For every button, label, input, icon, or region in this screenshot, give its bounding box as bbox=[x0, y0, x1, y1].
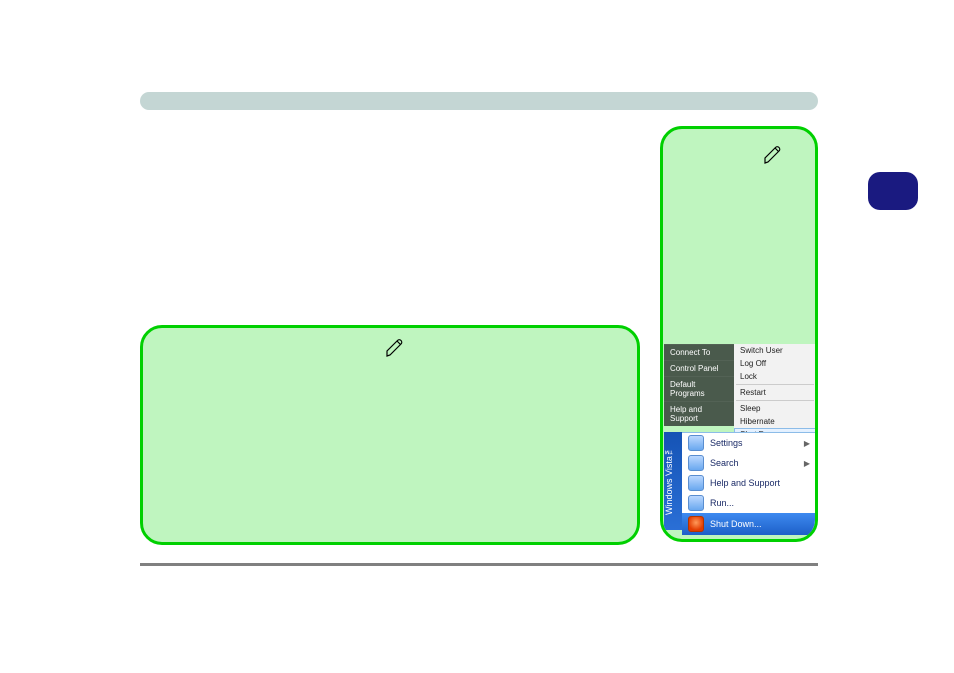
classic-start-item-settings[interactable]: Settings ▶ bbox=[682, 433, 816, 453]
classic-start-item-label: Settings bbox=[710, 438, 743, 448]
main-note-box bbox=[140, 325, 640, 545]
vista-power-item-restart[interactable]: Restart bbox=[734, 386, 816, 399]
chevron-right-icon: ▶ bbox=[804, 459, 810, 468]
classic-start-item-label: Run... bbox=[710, 498, 734, 508]
classic-start-item-label: Help and Support bbox=[710, 478, 780, 488]
pen-icon bbox=[763, 145, 783, 170]
footer-divider bbox=[140, 563, 818, 566]
vista-left-item[interactable]: Help and Support bbox=[664, 401, 734, 426]
vista-start-left-pane: Connect To Control Panel Default Program… bbox=[664, 344, 734, 426]
classic-start-menu: Windows Vista™ Settings ▶ Search ▶ Help … bbox=[664, 432, 816, 530]
vista-left-item[interactable]: Default Programs bbox=[664, 376, 734, 401]
power-icon bbox=[688, 516, 704, 532]
vista-power-item-hibernate[interactable]: Hibernate bbox=[734, 415, 816, 428]
vista-power-submenu: Switch User Log Off Lock Restart Sleep H… bbox=[734, 344, 816, 441]
menu-separator bbox=[736, 400, 814, 401]
vista-left-item[interactable]: Connect To bbox=[664, 344, 734, 360]
settings-icon bbox=[688, 435, 704, 451]
vista-power-item-lock[interactable]: Lock bbox=[734, 370, 816, 383]
search-icon bbox=[688, 455, 704, 471]
chevron-right-icon: ▶ bbox=[804, 439, 810, 448]
classic-start-item-help[interactable]: Help and Support bbox=[682, 473, 816, 493]
section-heading-band bbox=[140, 92, 818, 110]
help-icon bbox=[688, 475, 704, 491]
classic-start-shutdown-label: Shut Down... bbox=[710, 519, 762, 529]
classic-start-shutdown[interactable]: Shut Down... bbox=[682, 513, 816, 535]
vista-left-item[interactable]: Control Panel bbox=[664, 360, 734, 376]
classic-start-item-label: Search bbox=[710, 458, 739, 468]
classic-start-brand-strip: Windows Vista™ bbox=[664, 432, 682, 530]
classic-start-item-run[interactable]: Run... bbox=[682, 493, 816, 513]
vista-power-item-log-off[interactable]: Log Off bbox=[734, 357, 816, 370]
pen-icon bbox=[385, 338, 405, 363]
page-number-tab bbox=[868, 172, 918, 210]
menu-separator bbox=[736, 384, 814, 385]
classic-start-item-search[interactable]: Search ▶ bbox=[682, 453, 816, 473]
vista-power-item-switch-user[interactable]: Switch User bbox=[734, 344, 816, 357]
run-icon bbox=[688, 495, 704, 511]
vista-power-item-sleep[interactable]: Sleep bbox=[734, 402, 816, 415]
classic-start-list: Settings ▶ Search ▶ Help and Support Run… bbox=[682, 432, 816, 530]
sidebar-note-box: Connect To Control Panel Default Program… bbox=[660, 126, 818, 542]
